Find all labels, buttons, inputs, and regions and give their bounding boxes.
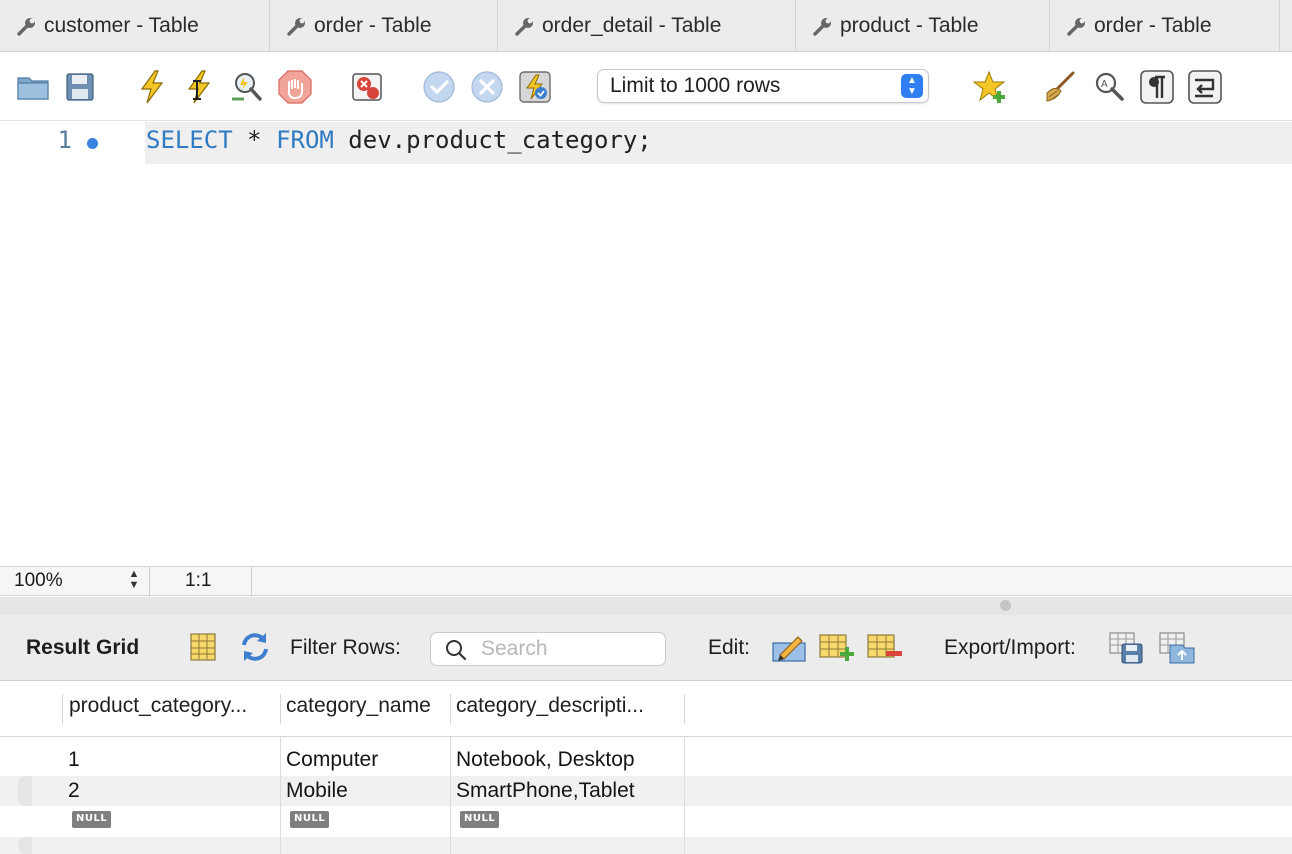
column-divider bbox=[450, 737, 451, 854]
wrench-icon bbox=[1067, 18, 1085, 36]
sql-editor-toolbar: Limit to 1000 rows ▲ ▼ A bbox=[0, 53, 1292, 121]
line-number: 1 bbox=[57, 126, 72, 154]
wrench-icon bbox=[17, 18, 35, 36]
code-keyword-from: FROM bbox=[276, 126, 334, 154]
cell-category-name[interactable]: NULL bbox=[284, 806, 450, 836]
rollback-icon[interactable] bbox=[468, 68, 506, 106]
column-header-category-name[interactable]: category_name bbox=[280, 694, 451, 724]
stop-icon[interactable] bbox=[276, 68, 314, 106]
cell-category-name[interactable]: Computer bbox=[280, 745, 450, 775]
tab-order-table[interactable]: order - Table bbox=[270, 0, 498, 52]
table-row[interactable]: 1 Computer Notebook, Desktop bbox=[0, 745, 1292, 775]
tab-order-detail-table[interactable]: order_detail - Table bbox=[498, 0, 796, 52]
save-icon[interactable] bbox=[61, 68, 99, 106]
tab-label: order - Table bbox=[314, 14, 432, 37]
cell-category-description[interactable]: Notebook, Desktop bbox=[450, 745, 684, 775]
result-grid-title[interactable]: Result Grid bbox=[26, 636, 139, 660]
grid-header: product_category... category_name catego… bbox=[0, 682, 1292, 737]
splitter-handle[interactable] bbox=[1000, 600, 1011, 611]
column-divider bbox=[280, 737, 281, 854]
add-row-icon[interactable] bbox=[818, 629, 856, 665]
delete-row-icon[interactable] bbox=[866, 629, 904, 665]
table-row[interactable]: 2 Mobile SmartPhone,Tablet bbox=[0, 776, 1292, 806]
wrap-lines-icon[interactable] bbox=[1186, 68, 1224, 106]
edit-label: Edit: bbox=[708, 636, 751, 659]
tab-product-table[interactable]: product - Table bbox=[796, 0, 1050, 52]
column-header-category-description[interactable]: category_descripti... bbox=[450, 694, 685, 724]
grid-view-icon[interactable] bbox=[184, 629, 222, 665]
explain-icon[interactable] bbox=[228, 68, 266, 106]
column-header-product-category-id[interactable]: product_category... bbox=[62, 694, 281, 724]
sql-editor[interactable]: 1 SELECT * FROM dev.product_category; bbox=[0, 122, 1292, 566]
null-badge: NULL bbox=[290, 811, 330, 828]
filter-rows-label: Filter Rows: bbox=[290, 636, 401, 659]
divider bbox=[149, 567, 150, 597]
table-row-empty bbox=[0, 837, 1292, 854]
null-badge: NULL bbox=[460, 811, 500, 828]
svg-text:A: A bbox=[1101, 79, 1108, 90]
export-import-label: Export/Import: bbox=[944, 636, 1076, 659]
null-badge: NULL bbox=[72, 811, 112, 828]
wrench-icon bbox=[813, 18, 831, 36]
export-icon[interactable] bbox=[1108, 629, 1146, 665]
execute-current-icon[interactable] bbox=[180, 68, 218, 106]
beautify-icon[interactable] bbox=[1042, 68, 1080, 106]
statement-marker-icon[interactable] bbox=[86, 137, 99, 150]
wrench-icon bbox=[287, 18, 305, 36]
row-selector[interactable] bbox=[18, 776, 32, 806]
result-toolbar: Result Grid Filter Rows: Edit: Export/Im… bbox=[0, 615, 1292, 681]
column-divider bbox=[684, 737, 685, 854]
tab-customer-table[interactable]: customer - Table bbox=[0, 0, 270, 52]
code-table-ref: dev.product_category; bbox=[333, 126, 652, 154]
find-icon[interactable]: A bbox=[1090, 68, 1128, 106]
execute-icon[interactable] bbox=[133, 68, 171, 106]
invisible-chars-icon[interactable] bbox=[1138, 68, 1176, 106]
search-input[interactable] bbox=[481, 636, 661, 662]
wrench-icon bbox=[515, 18, 533, 36]
code-star: * bbox=[232, 126, 277, 154]
open-folder-icon[interactable] bbox=[14, 68, 52, 106]
table-row-new[interactable]: NULL NULL NULL bbox=[0, 806, 1292, 836]
commit-icon[interactable] bbox=[420, 68, 458, 106]
refresh-icon[interactable] bbox=[236, 629, 274, 665]
limit-rows-select[interactable]: Limit to 1000 rows ▲ ▼ bbox=[597, 69, 929, 103]
tab-label: order - Table bbox=[1094, 14, 1212, 37]
tab-bar: customer - Table order - Table order_det… bbox=[0, 0, 1292, 52]
row-selector[interactable] bbox=[18, 837, 32, 854]
cell-product-category-id[interactable]: NULL bbox=[66, 806, 280, 836]
cell-category-description[interactable]: SmartPhone,Tablet bbox=[450, 776, 684, 806]
panel-splitter[interactable] bbox=[0, 597, 1292, 615]
tab-label: customer - Table bbox=[44, 14, 199, 37]
limit-rows-value: Limit to 1000 rows bbox=[610, 74, 781, 97]
import-icon[interactable] bbox=[1158, 629, 1196, 665]
editor-status-bar: 100% ▲ ▼ 1:1 bbox=[0, 566, 1292, 597]
edit-cell-icon[interactable] bbox=[770, 629, 808, 665]
cell-product-category-id[interactable]: 2 bbox=[62, 776, 280, 806]
autocommit-icon[interactable] bbox=[516, 68, 554, 106]
zoom-stepper[interactable]: ▲ ▼ bbox=[124, 569, 144, 593]
sql-code-line[interactable]: SELECT * FROM dev.product_category; bbox=[146, 126, 652, 154]
cell-product-category-id[interactable]: 1 bbox=[62, 745, 280, 775]
filter-search-box[interactable] bbox=[430, 632, 666, 666]
add-snippet-icon[interactable] bbox=[972, 68, 1010, 106]
cursor-position: 1:1 bbox=[185, 570, 212, 591]
tab-label: order_detail - Table bbox=[542, 14, 722, 37]
cell-category-name[interactable]: Mobile bbox=[280, 776, 450, 806]
divider bbox=[251, 567, 252, 597]
result-grid[interactable]: product_category... category_name catego… bbox=[0, 682, 1292, 854]
zoom-level: 100% bbox=[14, 570, 63, 591]
stop-on-error-icon[interactable] bbox=[348, 68, 386, 106]
search-icon bbox=[446, 640, 467, 661]
tab-order-table-2[interactable]: order - Table bbox=[1050, 0, 1280, 52]
cell-category-description[interactable]: NULL bbox=[454, 806, 684, 836]
chevron-updown-icon: ▲ ▼ bbox=[901, 74, 923, 98]
tab-label: product - Table bbox=[840, 14, 979, 37]
code-keyword-select: SELECT bbox=[146, 126, 233, 154]
